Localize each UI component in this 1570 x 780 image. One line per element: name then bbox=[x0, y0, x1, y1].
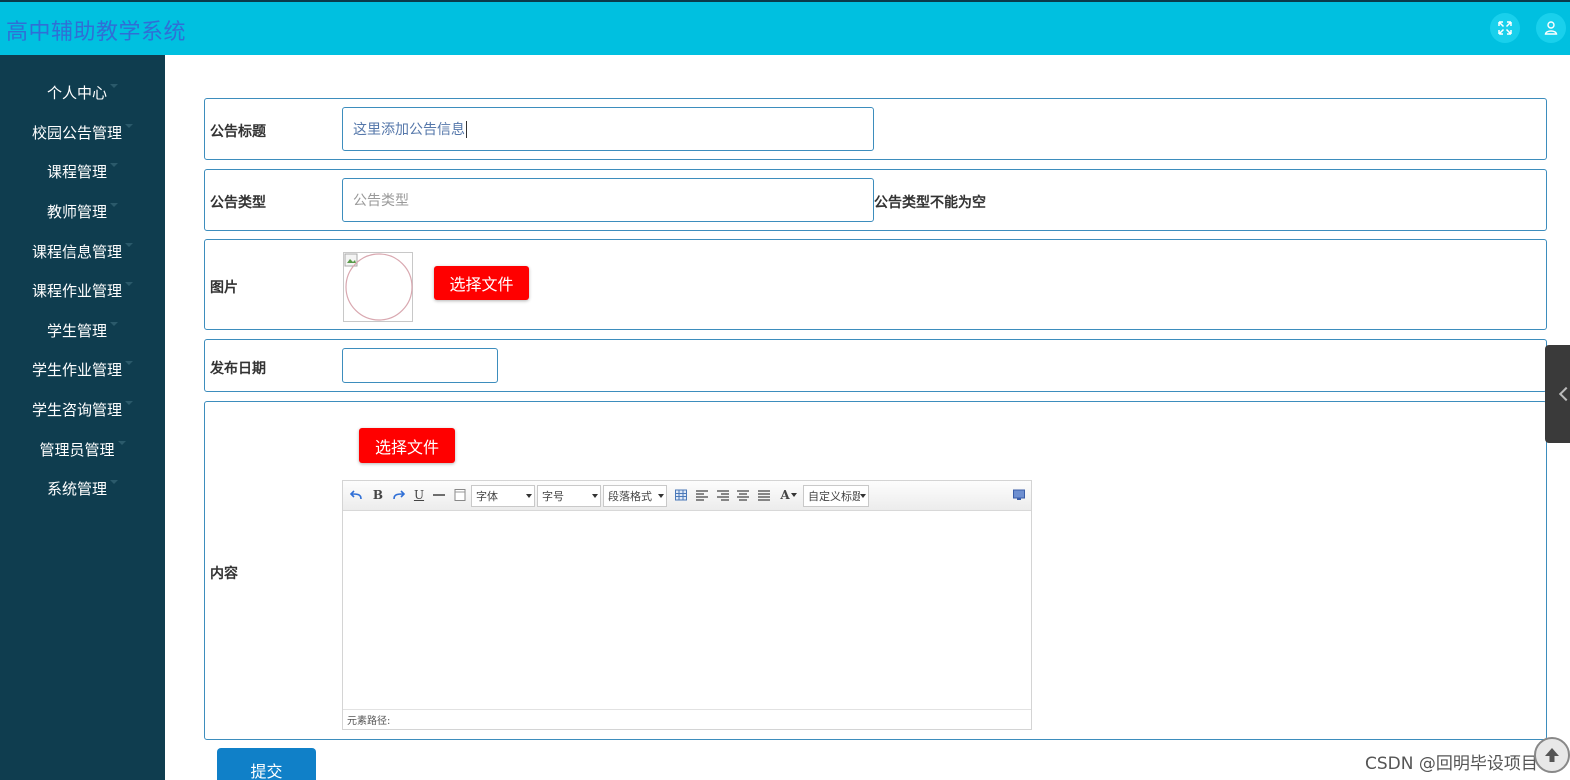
sidebar-item-course-info[interactable]: 课程信息管理 bbox=[0, 236, 165, 266]
caret-down-icon bbox=[110, 203, 118, 207]
caret-down-icon bbox=[125, 282, 133, 286]
date-label: 发布日期 bbox=[210, 361, 266, 377]
date-input[interactable] bbox=[342, 348, 498, 383]
caret-down-icon bbox=[125, 243, 133, 247]
sidebar-item-label: 管理员管理 bbox=[39, 440, 115, 459]
align-left-icon[interactable] bbox=[694, 487, 710, 503]
underline-icon[interactable]: U bbox=[411, 487, 427, 503]
broken-image-icon bbox=[344, 253, 413, 321]
sidebar-item-announcements[interactable]: 校园公告管理 bbox=[0, 117, 165, 147]
rich-text-editor: B U 字体 字号 段落格式 A 自定义标题 元素路径: bbox=[342, 480, 1032, 730]
sidebar-item-label: 学生咨询管理 bbox=[31, 400, 122, 419]
content-choose-file-button[interactable]: 选择文件 bbox=[359, 428, 455, 463]
sidebar-item-student-homework[interactable]: 学生作业管理 bbox=[0, 354, 165, 384]
form-row-title: 公告标题 这里添加公告信息 bbox=[204, 98, 1547, 160]
top-header: 高中辅助教学系统 bbox=[0, 0, 1570, 55]
caret-down-icon bbox=[125, 361, 133, 365]
content-label: 内容 bbox=[210, 566, 238, 582]
side-panel-toggle[interactable] bbox=[1545, 345, 1570, 443]
sidebar-item-students[interactable]: 学生管理 bbox=[0, 315, 165, 345]
sidebar-item-student-consult[interactable]: 学生咨询管理 bbox=[0, 394, 165, 424]
caret-down-icon bbox=[117, 441, 126, 445]
table-icon[interactable] bbox=[673, 487, 689, 503]
editor-toolbar: B U 字体 字号 段落格式 A 自定义标题 bbox=[343, 481, 1031, 511]
sidebar-item-label: 学生作业管理 bbox=[31, 360, 122, 379]
editor-status-bar: 元素路径: bbox=[343, 709, 1031, 729]
image-choose-file-button[interactable]: 选择文件 bbox=[434, 266, 529, 300]
sidebar: 个人中心 校园公告管理 课程管理 教师管理 课程信息管理 课程作业管理 学生管理… bbox=[0, 55, 165, 780]
title-input[interactable]: 这里添加公告信息 bbox=[342, 107, 874, 151]
dropdown-arrow-icon bbox=[526, 494, 532, 498]
caret-down-icon bbox=[110, 480, 118, 484]
form-row-date: 发布日期 bbox=[204, 339, 1547, 392]
submit-button[interactable]: 提交 bbox=[217, 748, 316, 780]
paragraph-format-select[interactable]: 段落格式 bbox=[603, 485, 667, 507]
caret-down-icon bbox=[110, 84, 118, 88]
font-color-dropdown-icon[interactable] bbox=[790, 487, 798, 503]
user-icon bbox=[1544, 21, 1558, 35]
dropdown-arrow-icon bbox=[592, 494, 598, 498]
page-icon[interactable] bbox=[452, 487, 468, 503]
sidebar-item-label: 课程信息管理 bbox=[31, 242, 122, 261]
type-input[interactable]: 公告类型 bbox=[342, 178, 874, 222]
sidebar-item-label: 校园公告管理 bbox=[31, 123, 122, 142]
align-justify-icon[interactable] bbox=[756, 487, 772, 503]
sidebar-item-label: 个人中心 bbox=[46, 83, 107, 102]
image-preview bbox=[343, 252, 413, 322]
align-right-icon[interactable] bbox=[715, 487, 731, 503]
dropdown-arrow-icon bbox=[860, 494, 866, 498]
scroll-to-top-button[interactable] bbox=[1534, 737, 1570, 773]
sidebar-item-label: 系统管理 bbox=[46, 479, 107, 498]
type-error-message: 公告类型不能为空 bbox=[874, 195, 986, 211]
fullscreen-button[interactable] bbox=[1490, 13, 1520, 43]
size-select-label: 字号 bbox=[542, 490, 564, 503]
user-button[interactable] bbox=[1536, 13, 1566, 43]
app-title: 高中辅助教学系统 bbox=[6, 20, 187, 45]
sidebar-item-admins[interactable]: 管理员管理 bbox=[0, 434, 165, 464]
sidebar-item-label: 课程作业管理 bbox=[31, 281, 122, 300]
caret-down-icon bbox=[110, 163, 118, 167]
arrow-up-icon bbox=[1545, 748, 1559, 762]
image-label: 图片 bbox=[210, 280, 238, 296]
caret-down-icon bbox=[125, 124, 133, 128]
preview-icon[interactable] bbox=[1011, 487, 1027, 503]
sidebar-item-label: 课程管理 bbox=[46, 162, 107, 181]
custom-heading-select[interactable]: 自定义标题 bbox=[803, 485, 869, 507]
caret-down-icon bbox=[110, 322, 118, 326]
text-cursor bbox=[466, 120, 467, 138]
font-select-label: 字体 bbox=[476, 490, 498, 503]
sidebar-item-course-homework[interactable]: 课程作业管理 bbox=[0, 275, 165, 305]
fullscreen-icon bbox=[1498, 21, 1512, 35]
sidebar-item-label: 学生管理 bbox=[46, 321, 107, 340]
chevron-left-icon bbox=[1558, 386, 1570, 402]
align-center-icon[interactable] bbox=[735, 487, 751, 503]
paragraph-select-label: 段落格式 bbox=[608, 490, 652, 503]
dropdown-arrow-icon bbox=[658, 494, 664, 498]
sidebar-item-courses[interactable]: 课程管理 bbox=[0, 156, 165, 186]
form-row-type: 公告类型 公告类型 公告类型不能为空 bbox=[204, 169, 1547, 231]
undo-icon[interactable] bbox=[349, 487, 365, 503]
sidebar-item-system[interactable]: 系统管理 bbox=[0, 473, 165, 503]
caret-down-icon bbox=[125, 401, 133, 405]
redo-icon[interactable] bbox=[390, 487, 406, 503]
type-input-placeholder: 公告类型 bbox=[353, 193, 409, 209]
editor-content-area[interactable] bbox=[343, 512, 1031, 709]
sidebar-item-personal-center[interactable]: 个人中心 bbox=[0, 77, 165, 107]
watermark: CSDN @回明毕设项目 bbox=[1365, 754, 1538, 774]
custom-select-label: 自定义标题 bbox=[808, 490, 860, 503]
bold-icon[interactable]: B bbox=[370, 487, 386, 503]
type-label: 公告类型 bbox=[210, 195, 266, 211]
form-row-image: 图片 选择文件 bbox=[204, 239, 1547, 330]
title-input-value: 这里添加公告信息 bbox=[353, 122, 465, 138]
title-label: 公告标题 bbox=[210, 124, 266, 140]
sidebar-item-teachers[interactable]: 教师管理 bbox=[0, 196, 165, 226]
sidebar-item-label: 教师管理 bbox=[46, 202, 107, 221]
font-family-select[interactable]: 字体 bbox=[471, 485, 535, 507]
horizontal-rule-icon[interactable] bbox=[431, 487, 447, 503]
font-size-select[interactable]: 字号 bbox=[537, 485, 601, 507]
